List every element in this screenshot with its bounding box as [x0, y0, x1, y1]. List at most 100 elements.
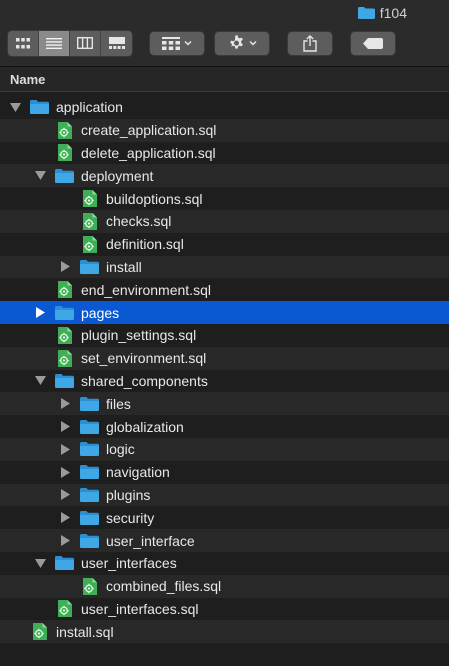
sql-file-icon [55, 326, 74, 344]
tag-icon [363, 37, 383, 49]
item-name: security [106, 509, 155, 526]
file-row[interactable]: definition.sql [0, 232, 449, 256]
finder-window: f104 Name application create_application… [0, 0, 449, 666]
item-name: definition.sql [106, 236, 184, 253]
file-row[interactable]: delete_application.sql [0, 141, 449, 165]
folder-icon [55, 555, 74, 571]
folder-icon [80, 533, 99, 549]
gallery-view-icon [108, 37, 125, 49]
folder-row[interactable]: deployment [0, 164, 449, 188]
folder-icon [80, 441, 99, 457]
action-button[interactable] [214, 30, 270, 56]
folder-icon [80, 419, 99, 435]
item-name: files [106, 395, 131, 412]
name-column-header[interactable]: Name [0, 67, 449, 92]
item-name: navigation [106, 464, 170, 481]
disclosure-triangle-collapsed-icon[interactable] [59, 489, 71, 501]
item-name: globalization [106, 418, 184, 435]
item-name: shared_components [81, 372, 208, 389]
folder-row[interactable]: files [0, 392, 449, 416]
item-name: combined_files.sql [106, 578, 222, 595]
folder-icon [80, 259, 99, 275]
folder-row[interactable]: user_interfaces [0, 551, 449, 575]
disclosure-triangle-expanded-icon[interactable] [34, 375, 46, 387]
icon-view-button[interactable] [8, 30, 39, 56]
item-name: create_application.sql [81, 122, 217, 139]
file-list: application create_application.sql delete_… [0, 96, 449, 644]
sql-file-icon [30, 623, 49, 641]
list-view-button[interactable] [39, 30, 70, 56]
item-name: logic [106, 441, 135, 458]
disclosure-triangle-collapsed-icon[interactable] [59, 512, 71, 524]
window-title: f104 [357, 4, 407, 22]
folder-row[interactable]: install [0, 255, 449, 279]
disclosure-triangle-expanded-icon[interactable] [34, 557, 46, 569]
folder-icon [30, 99, 49, 115]
folder-row[interactable]: pages [0, 301, 449, 324]
list-view-icon [46, 37, 62, 49]
disclosure-triangle-collapsed-icon[interactable] [59, 535, 71, 547]
disclosure-triangle-collapsed-icon[interactable] [59, 398, 71, 410]
folder-icon [80, 396, 99, 412]
file-row[interactable]: install.sql [0, 620, 449, 644]
folder-row[interactable]: logic [0, 437, 449, 461]
disclosure-triangle-collapsed-icon[interactable] [59, 466, 71, 478]
sql-file-icon [80, 190, 99, 208]
item-name: user_interface [106, 532, 195, 549]
window-title-text: f104 [379, 5, 407, 21]
folder-row[interactable]: shared_components [0, 369, 449, 393]
folder-icon [357, 7, 375, 19]
tags-button[interactable] [350, 30, 396, 56]
gallery-view-button[interactable] [101, 31, 132, 56]
item-name: application [56, 99, 123, 116]
folder-icon [55, 168, 74, 184]
file-row[interactable]: checks.sql [0, 209, 449, 233]
group-grid-icon [162, 36, 180, 50]
group-button[interactable] [149, 30, 205, 56]
folder-row[interactable]: security [0, 506, 449, 530]
sql-file-icon [80, 577, 99, 595]
file-row[interactable]: set_environment.sql [0, 346, 449, 370]
file-row[interactable]: plugin_settings.sql [0, 323, 449, 347]
column-view-icon [77, 37, 93, 49]
disclosure-triangle-collapsed-icon[interactable] [59, 421, 71, 433]
disclosure-triangle-expanded-icon[interactable] [34, 170, 46, 182]
sql-file-icon [55, 121, 74, 139]
chevron-down-icon [184, 40, 192, 46]
item-name: buildoptions.sql [106, 190, 203, 207]
folder-row[interactable]: application [0, 96, 449, 119]
file-row[interactable]: user_interfaces.sql [0, 597, 449, 621]
share-icon [303, 34, 317, 52]
sql-file-icon [80, 212, 99, 230]
sql-file-icon [80, 235, 99, 253]
item-name: delete_application.sql [81, 144, 216, 161]
icon-view-icon [16, 37, 30, 48]
folder-row[interactable]: user_interface [0, 529, 449, 552]
item-name: pages [81, 304, 120, 321]
item-name: plugin_settings.sql [81, 327, 197, 344]
column-view-button[interactable] [70, 30, 101, 56]
folder-row[interactable]: navigation [0, 460, 449, 484]
item-name: install [106, 258, 142, 275]
folder-icon [80, 464, 99, 480]
item-name: install.sql [56, 623, 114, 640]
item-name: plugins [106, 486, 151, 503]
sql-file-icon [55, 349, 74, 367]
folder-row[interactable]: plugins [0, 483, 449, 507]
folder-icon [80, 510, 99, 526]
disclosure-triangle-expanded-icon[interactable] [9, 101, 21, 113]
disclosure-triangle-collapsed-icon[interactable] [59, 443, 71, 455]
title-toolbar: f104 [0, 0, 449, 67]
share-button[interactable] [287, 30, 333, 56]
folder-row[interactable]: globalization [0, 415, 449, 438]
item-name: end_environment.sql [81, 281, 211, 298]
disclosure-triangle-collapsed-icon[interactable] [34, 307, 46, 319]
disclosure-triangle-collapsed-icon[interactable] [59, 261, 71, 273]
file-row[interactable]: create_application.sql [0, 118, 449, 142]
file-row[interactable]: combined_files.sql [0, 574, 449, 598]
view-mode-segmented-control [7, 29, 133, 57]
toolbar [7, 29, 396, 57]
sql-file-icon [55, 600, 74, 618]
file-row[interactable]: buildoptions.sql [0, 187, 449, 210]
file-row[interactable]: end_environment.sql [0, 278, 449, 302]
